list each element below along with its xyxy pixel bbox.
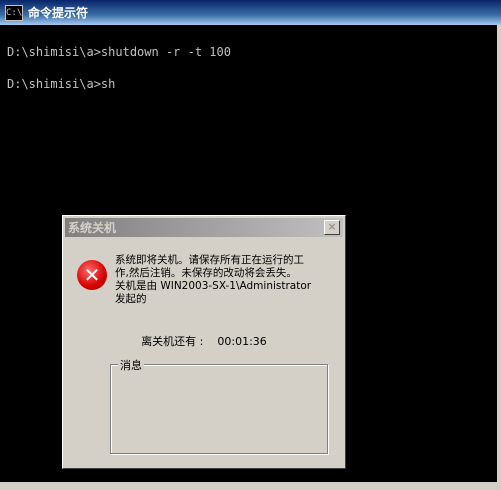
countdown-label: 离关机还有 :: [141, 335, 204, 348]
countdown: 离关机还有 : 00:01:36: [63, 333, 345, 349]
countdown-value: 00:01:36: [217, 335, 267, 348]
close-button[interactable]: ×: [324, 220, 340, 235]
dialog-title: 系统关机: [68, 221, 117, 235]
console-title: 命令提示符: [28, 6, 89, 20]
message-line: 发起的: [115, 293, 147, 305]
shutdown-dialog: 系统关机 × ✕ 系统即将关机。请保存所有正在运行的工 作,然后注销。未保存的改…: [62, 215, 346, 469]
message-line: 系统即将关机。请保存所有正在运行的工: [115, 254, 304, 266]
message-group-label: 消息: [118, 357, 144, 373]
message-line: 作,然后注销。未保存的改动将会丢失。: [115, 267, 297, 279]
message-line: 关机是由 WIN2003-SX-1\Administrator: [115, 280, 312, 292]
console-line: D:\shimisi\a>shutdown -r -t 100: [7, 45, 231, 59]
window-bottom-border: [0, 482, 501, 490]
shutdown-message: 系统即将关机。请保存所有正在运行的工 作,然后注销。未保存的改动将会丢失。 关机…: [115, 254, 337, 306]
console-title-bar[interactable]: C:\ 命令提示符: [0, 0, 501, 25]
error-icon: ✕: [77, 260, 107, 290]
command-prompt-icon: C:\: [5, 4, 23, 21]
dialog-title-bar[interactable]: 系统关机 ×: [65, 218, 343, 237]
message-groupbox: 消息: [110, 357, 328, 454]
console-line: D:\shimisi\a>sh: [7, 77, 116, 91]
